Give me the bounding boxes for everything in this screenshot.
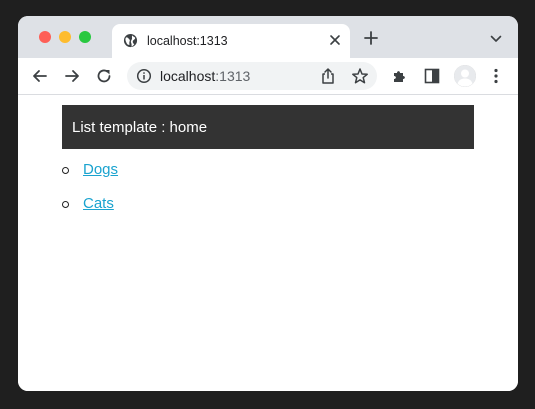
forward-arrow-icon[interactable]: [63, 67, 81, 85]
list-bullet: [62, 167, 69, 174]
bookmark-star-icon[interactable]: [351, 67, 369, 85]
tab-strip: localhost:1313: [18, 16, 518, 58]
profile-avatar[interactable]: [454, 65, 476, 87]
chevron-down-icon[interactable]: [490, 35, 502, 43]
more-menu-icon[interactable]: [487, 67, 505, 85]
url-text: localhost:1313: [160, 68, 250, 84]
link-list: Dogs Cats: [62, 161, 118, 229]
side-panel-icon[interactable]: [423, 67, 441, 85]
list-bullet: [62, 201, 69, 208]
dogs-link[interactable]: Dogs: [83, 161, 118, 178]
page-header: List template : home: [62, 105, 474, 149]
back-arrow-icon[interactable]: [31, 67, 49, 85]
globe-icon: [123, 33, 138, 48]
address-bar[interactable]: localhost:1313: [127, 62, 377, 90]
list-item: Cats: [62, 195, 118, 229]
page-title: List template : home: [72, 119, 208, 136]
tab-title: localhost:1313: [147, 34, 228, 48]
browser-toolbar: localhost:1313: [18, 58, 518, 95]
extensions-puzzle-icon[interactable]: [391, 67, 409, 85]
url-port: :1313: [215, 68, 251, 84]
site-info-icon[interactable]: [136, 68, 152, 84]
close-window-button[interactable]: [39, 31, 51, 43]
maximize-window-button[interactable]: [79, 31, 91, 43]
active-tab[interactable]: localhost:1313: [112, 24, 350, 58]
share-icon[interactable]: [320, 67, 336, 85]
reload-icon[interactable]: [95, 67, 113, 85]
new-tab-icon[interactable]: [364, 31, 378, 45]
minimize-window-button[interactable]: [59, 31, 71, 43]
url-host: localhost: [160, 68, 216, 84]
close-tab-icon[interactable]: [327, 32, 343, 48]
cats-link[interactable]: Cats: [83, 195, 114, 212]
page-content: List template : home Dogs Cats: [18, 95, 518, 391]
browser-window: localhost:1313 localhost:1313 List templ…: [18, 16, 518, 391]
avatar-person-icon: [454, 65, 476, 87]
list-item: Dogs: [62, 161, 118, 195]
